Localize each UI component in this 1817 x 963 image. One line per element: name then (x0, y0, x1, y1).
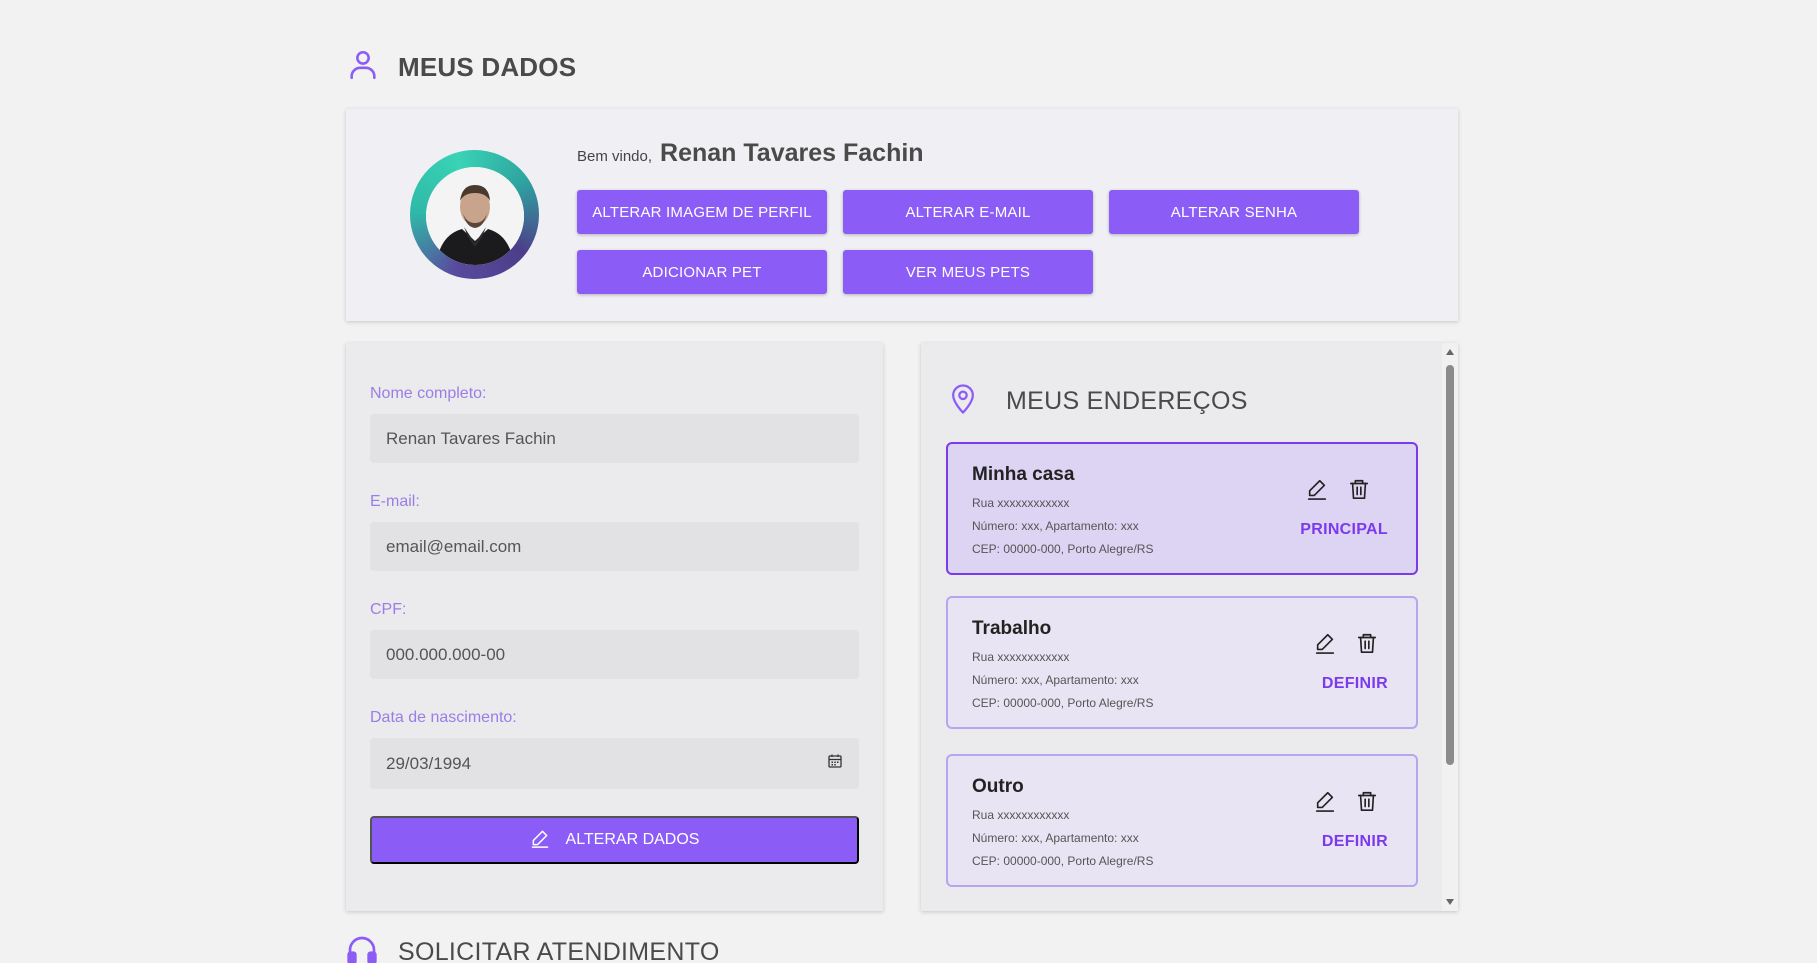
address-number: Número: xxx, Apartamento: xxx (972, 831, 1139, 845)
address-cep: CEP: 00000-000, Porto Alegre/RS (972, 542, 1154, 556)
addresses-title: MEUS ENDEREÇOS (1006, 387, 1248, 415)
email-label: E-mail: (370, 493, 420, 510)
scrollbar[interactable] (1442, 343, 1458, 911)
address-card-primary: Minha casa Rua xxxxxxxxxxxx Número: xxx,… (946, 442, 1418, 575)
change-profile-image-button[interactable]: ALTERAR IMAGEM DE PERFIL (577, 190, 827, 234)
location-pin-icon (948, 383, 978, 420)
address-street: Rua xxxxxxxxxxxx (972, 650, 1070, 664)
email-value: email@email.com (386, 536, 522, 556)
welcome-text: Bem vindo, (577, 148, 653, 165)
trash-icon[interactable] (1354, 630, 1380, 656)
set-primary-button[interactable]: DEFINIR (1322, 675, 1388, 693)
edit-icon[interactable] (1312, 788, 1338, 814)
page-header: MEUS DADOS (346, 48, 576, 87)
avatar (410, 150, 539, 279)
address-name: Outro (972, 776, 1024, 797)
pencil-icon (530, 828, 550, 853)
birthdate-field[interactable]: 29/03/1994 (370, 738, 859, 789)
birthdate-value: 29/03/1994 (386, 753, 472, 773)
change-password-button[interactable]: ALTERAR SENHA (1109, 190, 1359, 234)
trash-icon[interactable] (1354, 788, 1380, 814)
user-icon (346, 48, 380, 87)
address-street: Rua xxxxxxxxxxxx (972, 808, 1070, 822)
set-primary-button[interactable]: DEFINIR (1322, 833, 1388, 851)
addresses-panel: MEUS ENDEREÇOS Minha casa Rua xxxxxxxxxx… (921, 343, 1458, 911)
name-value: Renan Tavares Fachin (386, 428, 556, 448)
change-email-button[interactable]: ALTERAR E-MAIL (843, 190, 1093, 234)
address-cep: CEP: 00000-000, Porto Alegre/RS (972, 854, 1154, 868)
headphones-icon (346, 934, 378, 963)
primary-badge: PRINCIPAL (1300, 521, 1388, 538)
address-street: Rua xxxxxxxxxxxx (972, 496, 1070, 510)
edit-icon[interactable] (1312, 630, 1338, 656)
profile-card: Bem vindo, Renan Tavares Fachin ALTERAR … (346, 109, 1458, 321)
address-name: Minha casa (972, 464, 1075, 485)
address-number: Número: xxx, Apartamento: xxx (972, 673, 1139, 687)
add-pet-button[interactable]: ADICIONAR PET (577, 250, 827, 294)
address-name: Trabalho (972, 618, 1052, 639)
cpf-label: CPF: (370, 601, 407, 618)
address-number: Número: xxx, Apartamento: xxx (972, 519, 1139, 533)
address-card: Trabalho Rua xxxxxxxxxxxx Número: xxx, A… (946, 596, 1418, 729)
trash-icon[interactable] (1346, 476, 1372, 502)
support-title: SOLICITAR ATENDIMENTO (398, 938, 720, 963)
update-data-button[interactable]: ALTERAR DADOS (370, 816, 859, 864)
update-data-label: ALTERAR DADOS (565, 831, 700, 848)
view-pets-button[interactable]: VER MEUS PETS (843, 250, 1093, 294)
email-field[interactable]: email@email.com (370, 522, 859, 571)
cpf-value: 000.000.000-00 (386, 644, 506, 664)
name-field[interactable]: Renan Tavares Fachin (370, 414, 859, 463)
user-name: Renan Tavares Fachin (660, 139, 924, 167)
addresses-header: MEUS ENDEREÇOS (948, 383, 1248, 420)
personal-data-form: Nome completo: Renan Tavares Fachin E-ma… (346, 343, 883, 911)
birthdate-label: Data de nascimento: (370, 709, 517, 726)
name-label: Nome completo: (370, 385, 487, 402)
support-header: SOLICITAR ATENDIMENTO (346, 934, 720, 963)
scroll-down-arrow[interactable] (1446, 899, 1454, 905)
scroll-up-arrow[interactable] (1446, 349, 1454, 355)
welcome-line: Bem vindo, Renan Tavares Fachin (577, 139, 924, 168)
address-cep: CEP: 00000-000, Porto Alegre/RS (972, 696, 1154, 710)
address-card: Outro Rua xxxxxxxxxxxx Número: xxx, Apar… (946, 754, 1418, 887)
page-title: MEUS DADOS (398, 52, 577, 82)
cpf-field[interactable]: 000.000.000-00 (370, 630, 859, 679)
scroll-thumb[interactable] (1446, 365, 1454, 765)
edit-icon[interactable] (1304, 476, 1330, 502)
calendar-icon[interactable] (827, 753, 843, 774)
profile-photo (426, 167, 524, 265)
